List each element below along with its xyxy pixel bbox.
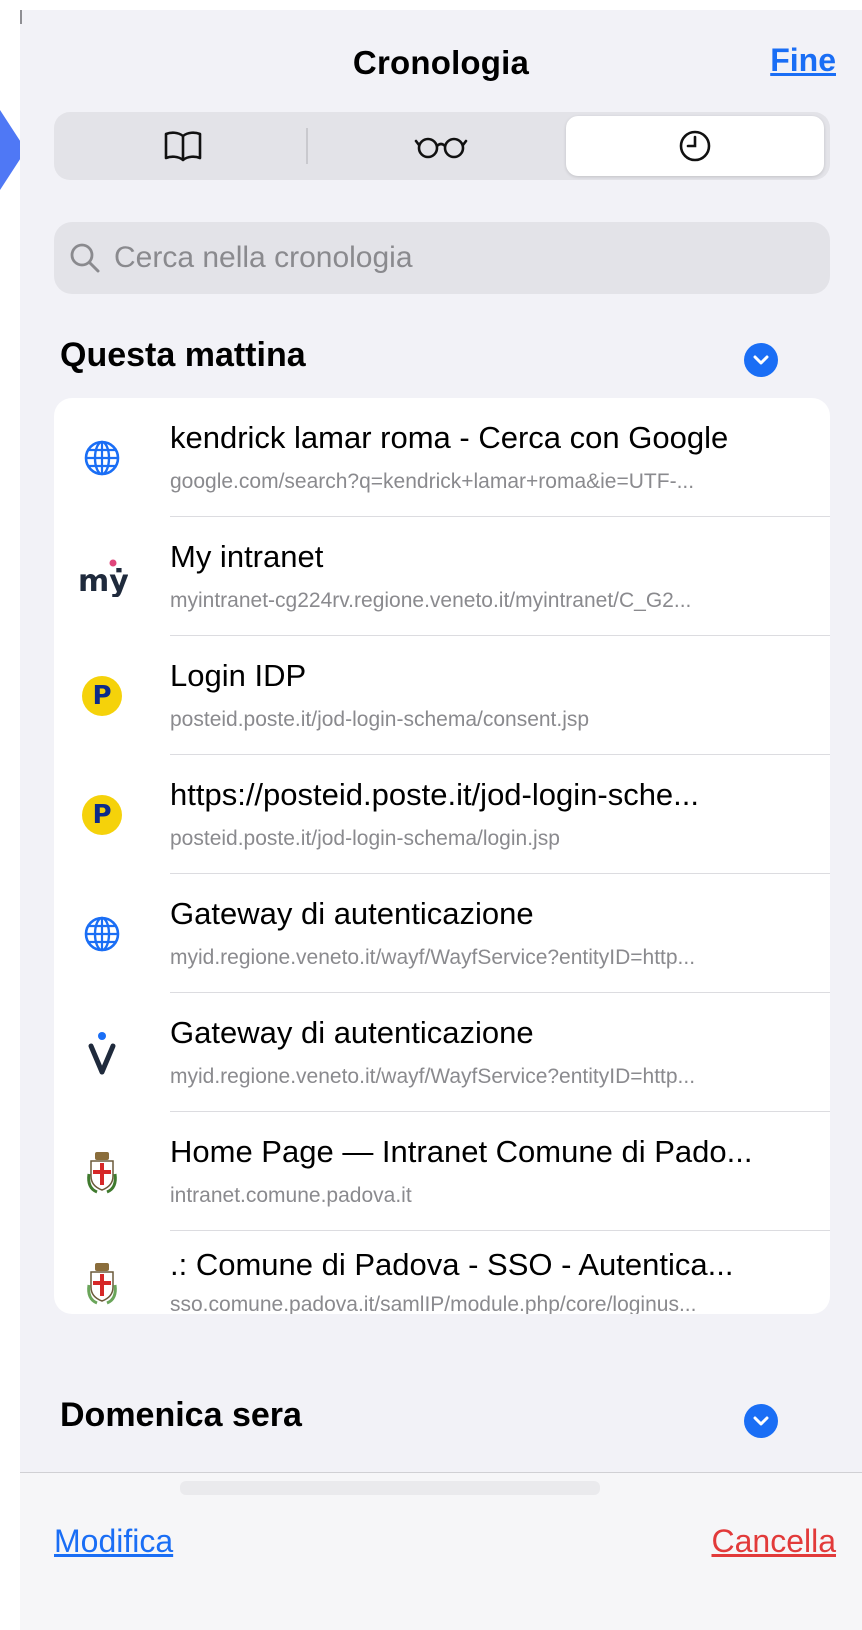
collapse-questa-mattina-button[interactable] — [744, 343, 778, 377]
collapse-domenica-sera-button[interactable] — [744, 1404, 778, 1438]
myid-favicon — [88, 1032, 116, 1075]
clear-button[interactable]: Cancella — [711, 1523, 836, 1560]
history-item-title: My intranet — [170, 539, 324, 574]
history-item-title: kendrick lamar roma - Cerca con Google — [170, 420, 729, 455]
edit-button[interactable]: Modifica — [54, 1523, 173, 1560]
history-item-url: myintranet-cg224rv.regione.veneto.it/myi… — [170, 589, 692, 612]
history-item-title: .: Comune di Padova - SSO - Autentica... — [170, 1247, 734, 1282]
history-item-url: google.com/search?q=kendrick+lamar+roma&… — [170, 470, 695, 493]
tab-history[interactable] — [566, 116, 824, 176]
book-icon — [164, 131, 202, 162]
search-bar — [54, 222, 830, 294]
history-sheet: Cronologia Fine Cerca nella cronologia Q… — [20, 10, 862, 1630]
blurred-content — [180, 1481, 600, 1495]
tab-bookmarks[interactable] — [54, 112, 312, 180]
history-item-url: posteid.poste.it/jod-login-schema/consen… — [170, 708, 590, 731]
done-button[interactable]: Fine — [770, 42, 836, 79]
history-item[interactable]: .: Comune di Padova - SSO - Autentica...… — [54, 1231, 830, 1314]
tab-reading-list[interactable] — [312, 112, 570, 180]
clock-icon — [679, 130, 711, 162]
poste-favicon: P — [82, 676, 122, 716]
history-item-title: https://posteid.poste.it/jod-login-sche.… — [170, 777, 700, 812]
bottom-toolbar: Modifica Cancella — [20, 1472, 862, 1630]
search-icon — [70, 243, 100, 273]
history-item[interactable]: P https://posteid.poste.it/jod-login-sch… — [54, 755, 830, 874]
history-item-title: Login IDP — [170, 658, 307, 693]
segmented-control — [54, 112, 830, 180]
chevron-down-icon — [753, 355, 769, 365]
history-item-url: sso.comune.padova.it/samlIP/module.php/c… — [170, 1293, 697, 1314]
history-item[interactable]: mẏ My intranet myintranet-cg224rv.region… — [54, 517, 830, 636]
globe-icon — [84, 916, 120, 952]
history-item[interactable]: Gateway di autenticazione myid.regione.v… — [54, 874, 830, 993]
chevron-down-icon — [753, 1416, 769, 1426]
history-item[interactable]: Gateway di autenticazione myid.regione.v… — [54, 993, 830, 1112]
history-item-title: Gateway di autenticazione — [170, 896, 534, 931]
history-item[interactable]: P Login IDP posteid.poste.it/jod-login-s… — [54, 636, 830, 755]
glasses-icon — [414, 137, 468, 159]
history-item-url: myid.regione.veneto.it/wayf/WayfService?… — [170, 946, 696, 969]
padova-crest-favicon — [87, 1152, 117, 1194]
history-item-url: intranet.comune.padova.it — [170, 1184, 412, 1207]
history-item-url: myid.regione.veneto.it/wayf/WayfService?… — [170, 1065, 696, 1088]
padova-crest-favicon — [87, 1263, 117, 1305]
globe-icon — [84, 440, 120, 476]
section-title-questa-mattina: Questa mattina — [60, 336, 306, 374]
history-item-title: Gateway di autenticazione — [170, 1015, 534, 1050]
sheet-edge — [20, 10, 22, 24]
history-list: kendrick lamar roma - Cerca con Google g… — [54, 398, 830, 1314]
history-item[interactable]: Home Page — Intranet Comune di Pado... i… — [54, 1112, 830, 1231]
myintranet-favicon: mẏ — [78, 559, 128, 597]
history-item-title: Home Page — Intranet Comune di Pado... — [170, 1134, 753, 1169]
page-title: Cronologia — [352, 44, 530, 81]
history-item[interactable]: kendrick lamar roma - Cerca con Google g… — [54, 398, 830, 517]
svg-text:mẏ: mẏ — [78, 564, 128, 597]
history-item-url: posteid.poste.it/jod-login-schema/login.… — [170, 827, 560, 850]
poste-favicon: P — [82, 795, 122, 835]
header: Cronologia Fine — [20, 10, 862, 110]
section-title-domenica-sera: Domenica sera — [60, 1396, 302, 1434]
search-input[interactable] — [112, 240, 796, 276]
segment-divider — [306, 128, 308, 164]
